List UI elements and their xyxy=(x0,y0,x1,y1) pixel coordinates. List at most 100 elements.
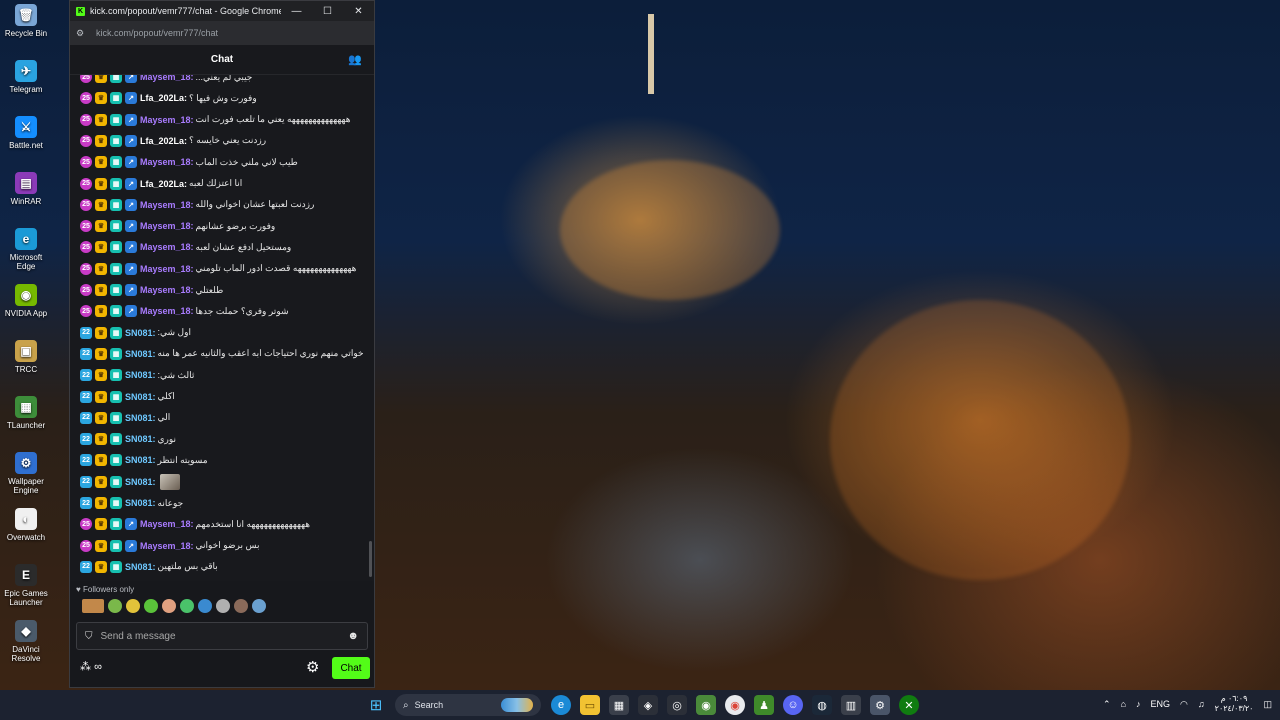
taskbar-search[interactable]: ⌕ Search xyxy=(395,694,541,716)
emote[interactable] xyxy=(82,599,104,613)
desktop-icon-wallpaper-engine[interactable]: ⚙ Wallpaper Engine xyxy=(0,452,52,495)
emote[interactable] xyxy=(144,599,158,613)
desktop-icon-recycle-bin[interactable]: 🗑 Recycle Bin xyxy=(0,4,52,38)
app-icon[interactable]: ◈ xyxy=(638,695,658,715)
channel-points[interactable]: ⁂ ∞ xyxy=(80,660,102,673)
media-icon[interactable]: ▥ xyxy=(841,695,861,715)
desktop-icon-trcc[interactable]: ▣ TRCC xyxy=(0,340,52,374)
chat-username[interactable]: Maysem_18: xyxy=(140,75,194,82)
chat-message[interactable]: 22 ♛ ▦ SN081: باقي بس ملتهين xyxy=(80,559,218,575)
chat-username[interactable]: SN081: xyxy=(125,477,156,487)
steam-icon[interactable]: ◍ xyxy=(812,695,832,715)
chat-message[interactable]: 22 ♛ ▦ SN081: خواتي منهم نوري احتياجات ابه ا… xyxy=(80,346,364,362)
start-windows-icon[interactable]: ⊞ xyxy=(366,695,386,715)
chat-username[interactable]: Lfa_202La: xyxy=(140,179,187,189)
chat-message[interactable]: 22 ♛ ▦ SN081: مسويته انتظر xyxy=(80,452,208,468)
chat-message[interactable]: 25 ♛ ▦ ↗ Maysem_18: بس برضو اخواني xyxy=(80,538,260,554)
chat-message[interactable]: 25 ♛ ▦ ↗ Lfa_202La: رزدنت يعني خايسه ؟ xyxy=(80,133,266,149)
emote[interactable] xyxy=(162,599,176,613)
chat-message[interactable]: 25 ♛ ▦ ↗ Maysem_18: جيبي لم يعني... xyxy=(80,75,252,85)
chevron-up-icon[interactable]: ⌃ xyxy=(1103,699,1111,710)
volume-icon[interactable]: ♫ xyxy=(1198,699,1205,709)
chat-message[interactable]: 25 ♛ ▦ ↗ Maysem_18: شوتر وفري؟ حملت جدها xyxy=(80,303,289,319)
network-icon[interactable]: ⌂ xyxy=(1121,699,1126,709)
nvidia-taskbar-icon[interactable]: ◉ xyxy=(696,695,716,715)
notification-icon[interactable]: ◫ xyxy=(1263,699,1272,710)
emote[interactable] xyxy=(198,599,212,613)
chat-username[interactable]: Maysem_18: xyxy=(140,264,194,274)
chat-username[interactable]: Maysem_18: xyxy=(140,541,194,551)
chat-username[interactable]: SN081: xyxy=(125,455,156,465)
chat-message[interactable]: 22 ♛ ▦ SN081: اول شي: xyxy=(80,325,191,341)
chat-message[interactable]: 22 ♛ ▦ SN081: ثالث شي: xyxy=(80,367,194,383)
file-explorer-icon[interactable]: ▭ xyxy=(580,695,600,715)
chat-username[interactable]: Maysem_18: xyxy=(140,242,194,252)
chat-username[interactable]: Lfa_202La: xyxy=(140,93,187,103)
title-bar[interactable]: K kick.com/popout/vemr777/chat - Google … xyxy=(70,1,374,21)
chat-username[interactable]: Maysem_18: xyxy=(140,200,194,210)
emote[interactable] xyxy=(126,599,140,613)
send-chat-button[interactable]: Chat xyxy=(332,657,370,679)
chat-message[interactable]: 25 ♛ ▦ ↗ Maysem_18: ومستحيل ادفع عشان لعبه xyxy=(80,239,291,255)
message-input[interactable] xyxy=(100,630,348,642)
chat-scrollbar[interactable] xyxy=(369,541,372,577)
desktop-icon-epic-games[interactable]: E Epic Games Launcher xyxy=(0,564,52,607)
chat-message[interactable]: 25 ♛ ▦ ↗ Maysem_18: طيب لاني ملني خذت الماب xyxy=(80,154,298,170)
edge-taskbar-icon[interactable]: e xyxy=(551,695,571,715)
minimize-button[interactable]: — xyxy=(281,6,312,17)
desktop-icon-nvidia[interactable]: ◉ NVIDIA App xyxy=(0,284,52,318)
chat-username[interactable]: Maysem_18: xyxy=(140,306,194,316)
chat-username[interactable]: SN081: xyxy=(125,413,156,423)
clock[interactable]: ٠٦:٠٩ م ٢٠٢٤/٠٣/٢٠ xyxy=(1215,694,1254,714)
chat-message[interactable]: 25 ♛ ▦ ↗ Maysem_18: ههههههههههههههه انا استخد… xyxy=(80,516,310,532)
emote[interactable] xyxy=(108,599,122,613)
desktop-icon-battlenet[interactable]: ⚔ Battle.net xyxy=(0,116,52,150)
desktop-icon-tlauncher[interactable]: ▦ TLauncher xyxy=(0,396,52,430)
store-icon[interactable]: ▦ xyxy=(609,695,629,715)
chat-username[interactable]: SN081: xyxy=(125,328,156,338)
chat-message[interactable]: 22 ♛ ▦ SN081: جوعانه xyxy=(80,495,183,511)
opera-icon[interactable]: ◎ xyxy=(667,695,687,715)
desktop-icon-winrar[interactable]: ▤ WinRAR xyxy=(0,172,52,206)
discord-icon[interactable]: ☺ xyxy=(783,695,803,715)
chat-username[interactable]: Maysem_18: xyxy=(140,519,194,529)
emote[interactable] xyxy=(180,599,194,613)
chat-username[interactable]: SN081: xyxy=(125,562,156,572)
microphone-icon[interactable]: ♪ xyxy=(1136,699,1141,709)
message-input-box[interactable]: ⛉ ☻ xyxy=(76,622,368,650)
desktop-icon-edge[interactable]: e Microsoft Edge xyxy=(0,228,52,271)
chat-username[interactable]: Lfa_202La: xyxy=(140,136,187,146)
chat-username[interactable]: Maysem_18: xyxy=(140,285,194,295)
chat-message[interactable]: 25 ♛ ▦ ↗ Lfa_202La: وفورت وش فيها ؟ xyxy=(80,90,257,106)
users-icon[interactable]: 👥 xyxy=(348,53,362,66)
chat-messages[interactable]: 25 ♛ ▦ ↗ Maysem_18: جيبي لم يعني... 25 ♛ ▦ ↗ Lfa_2… xyxy=(70,75,374,581)
chat-message[interactable]: 22 ♛ ▦ SN081: xyxy=(80,473,180,490)
close-button[interactable]: ✕ xyxy=(343,6,374,17)
minecraft-icon[interactable]: ♟ xyxy=(754,695,774,715)
chat-message[interactable]: 25 ♛ ▦ ↗ Maysem_18: وفورت برضو عشانهم xyxy=(80,218,275,234)
chat-username[interactable]: Maysem_18: xyxy=(140,221,194,231)
language-indicator[interactable]: ENG xyxy=(1151,699,1171,709)
chat-username[interactable]: SN081: xyxy=(125,498,156,508)
site-info-icon[interactable]: ⚙ xyxy=(76,28,88,39)
chat-username[interactable]: SN081: xyxy=(125,392,156,402)
settings-gear-icon[interactable]: ⚙ xyxy=(306,658,319,676)
emote[interactable] xyxy=(216,599,230,613)
chat-username[interactable]: SN081: xyxy=(125,370,156,380)
address-bar[interactable]: ⚙ kick.com/popout/vemr777/chat xyxy=(70,21,374,45)
emoji-picker-icon[interactable]: ☻ xyxy=(347,630,359,642)
settings-taskbar-icon[interactable]: ⚙ xyxy=(870,695,890,715)
wifi-icon[interactable]: ◠ xyxy=(1180,699,1188,710)
chat-message[interactable]: 25 ♛ ▦ ↗ Maysem_18: رزدنت لعبتها عشان اخواني … xyxy=(80,197,314,213)
maximize-button[interactable]: ☐ xyxy=(312,6,343,17)
chat-message[interactable]: 25 ♛ ▦ ↗ Maysem_18: ههههههههههههههه يعني ما ت… xyxy=(80,112,350,128)
chat-username[interactable]: Maysem_18: xyxy=(140,115,194,125)
desktop-icon-overwatch[interactable]: ◐ Overwatch xyxy=(0,508,52,542)
chat-username[interactable]: SN081: xyxy=(125,349,156,359)
xbox-icon[interactable]: ✕ xyxy=(899,695,919,715)
chrome-taskbar-icon[interactable]: ◉ xyxy=(725,695,745,715)
chat-message[interactable]: 22 ♛ ▦ SN081: الي xyxy=(80,410,170,426)
desktop-icon-davinci-resolve[interactable]: ◆ DaVinci Resolve xyxy=(0,620,52,663)
chat-message[interactable]: 25 ♛ ▦ ↗ Maysem_18: طلعتلي xyxy=(80,282,223,298)
chat-message[interactable]: 22 ♛ ▦ SN081: اكلي xyxy=(80,389,175,405)
